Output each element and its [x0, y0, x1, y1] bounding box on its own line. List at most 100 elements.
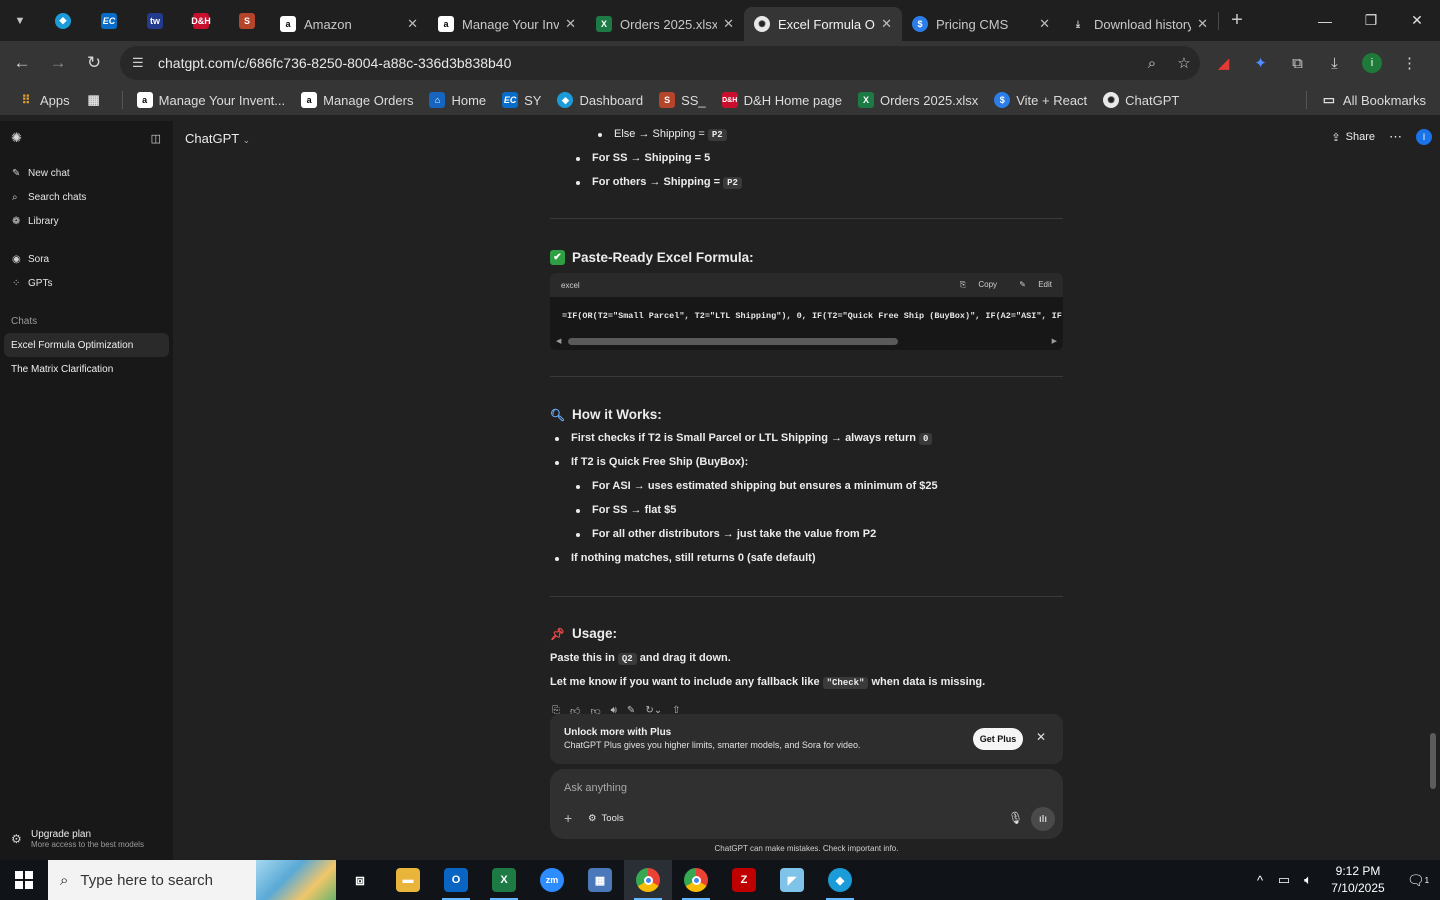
task-view-button[interactable]: ⧈ [336, 860, 384, 900]
pinned-tab-1[interactable]: ◆ [40, 0, 86, 41]
page-scrollbar[interactable] [1430, 733, 1436, 789]
model-selector[interactable]: ChatGPT ⌄ [185, 131, 250, 146]
bookmark-vite-react[interactable]: $ Vite + React [994, 92, 1087, 108]
taskbar-zoom[interactable]: zm [528, 860, 576, 900]
address-bar[interactable]: ☰ chatgpt.com/c/686fc736-8250-8004-a88c-… [120, 46, 1200, 80]
network-icon[interactable]: ▭ [1272, 872, 1296, 888]
forward-button[interactable]: → [40, 45, 76, 81]
edit-button[interactable]: ✎ Edit [1009, 280, 1052, 289]
close-icon[interactable]: ✕ [723, 16, 734, 32]
sidebar-item-sora[interactable]: ◉ Sora [0, 247, 173, 271]
microphone-icon[interactable]: 🎙︎ [1008, 811, 1023, 825]
close-window-icon[interactable]: ✕ [1394, 0, 1440, 41]
sidebar-chat-matrix[interactable]: The Matrix Clarification [0, 357, 169, 381]
all-bookmarks-button[interactable]: ▭ All Bookmarks [1321, 92, 1426, 108]
pinned-tab-2[interactable]: EC [86, 0, 132, 41]
tab-pricing-cms[interactable]: $ Pricing CMS ✕ [902, 7, 1060, 41]
profile-avatar[interactable]: i [1362, 53, 1382, 73]
formula-code[interactable]: =IF(OR(T2="Small Parcel", T2="LTL Shippi… [550, 297, 1063, 321]
scroll-track[interactable] [566, 337, 1047, 345]
tab-orders-xlsx[interactable]: X Orders 2025.xlsx ✕ [586, 7, 744, 41]
toggle-sidebar-icon[interactable]: ◫ [151, 132, 161, 145]
new-tab-button[interactable]: + [1219, 9, 1255, 32]
bookmark-sy[interactable]: EC SY [502, 92, 541, 108]
close-icon[interactable]: ✕ [565, 16, 576, 32]
bookmark-apps[interactable]: ⠿ Apps [18, 92, 70, 108]
bookmark-manage-orders[interactable]: a Manage Orders [301, 92, 413, 108]
volume-muted-icon[interactable]: 🔈︎ [1296, 872, 1320, 888]
restore-icon[interactable]: ❐ [1348, 0, 1394, 41]
chatgpt-logo-icon[interactable]: ✺ [11, 130, 22, 146]
extension-icon[interactable]: ✦ [1242, 54, 1279, 72]
tab-search-button[interactable]: ▼ [0, 0, 40, 41]
scroll-thumb[interactable] [568, 338, 898, 345]
sidebar-item-new-chat[interactable]: ✎ New chat [0, 161, 173, 185]
site-info-icon[interactable]: ☰ [132, 55, 158, 71]
taskbar-chrome-1[interactable] [624, 860, 672, 900]
taskbar-notepad[interactable]: ◤ [768, 860, 816, 900]
close-icon[interactable]: ✕ [1197, 16, 1208, 32]
bookmark-ss[interactable]: S SS_ [659, 92, 706, 108]
voice-mode-button[interactable]: ıIı [1031, 807, 1055, 831]
bookmark-tabs-grid[interactable]: ▦ [86, 92, 108, 108]
extensions-puzzle-icon[interactable]: ⧉ [1279, 55, 1316, 72]
bookmark-manage-inventory[interactable]: a Manage Your Invent... [136, 92, 285, 108]
close-icon[interactable]: ✕ [881, 16, 892, 32]
taskbar-file-explorer[interactable]: ▬ [384, 860, 432, 900]
bookmark-orders-xlsx[interactable]: X Orders 2025.xlsx [857, 92, 978, 108]
taskbar-outlook[interactable]: O [432, 860, 480, 900]
message-composer[interactable]: Ask anything + ⚙ Tools 🎙︎ ıIı [550, 769, 1063, 839]
taskbar-calculator[interactable]: ▦ [576, 860, 624, 900]
close-icon[interactable]: ✕ [1039, 16, 1050, 32]
bookmark-home[interactable]: ⌂ Home [429, 92, 486, 108]
scroll-left-icon[interactable]: ◀ [556, 337, 566, 345]
taskbar-filezilla[interactable]: Z [720, 860, 768, 900]
get-plus-button[interactable]: Get Plus [973, 728, 1023, 750]
sidebar-item-library[interactable]: ❁ Library [0, 209, 173, 233]
url-text[interactable]: chatgpt.com/c/686fc736-8250-8004-a88c-33… [158, 55, 1136, 71]
copy-button[interactable]: ⎘ Copy [950, 280, 997, 289]
bookmark-dashboard[interactable]: ◆ Dashboard [557, 92, 643, 108]
back-button[interactable]: ← [4, 45, 40, 81]
taskbar-chrome-2[interactable] [672, 860, 720, 900]
chevron-up-icon[interactable]: ^ [1248, 873, 1272, 888]
clock[interactable]: 9:12 PM 7/10/2025 [1320, 863, 1396, 897]
composer-input[interactable]: Ask anything [564, 782, 627, 794]
close-icon[interactable]: ✕ [1036, 730, 1046, 744]
chatgpt-icon: ✺ [754, 16, 770, 32]
extension-pdf-icon[interactable]: ◢ [1205, 54, 1242, 72]
taskbar-excel[interactable]: X [480, 860, 528, 900]
bookmark-star-icon[interactable]: ☆ [1168, 54, 1200, 72]
close-icon[interactable]: ✕ [407, 16, 418, 32]
pinned-tab-5[interactable]: S [224, 0, 270, 41]
amazon-icon: a [280, 16, 296, 32]
user-avatar[interactable]: I [1416, 129, 1432, 145]
tab-manage-inventory[interactable]: a Manage Your Inventory ✕ [428, 7, 586, 41]
scroll-right-icon[interactable]: ▶ [1047, 337, 1057, 345]
tab-download-history[interactable]: ⤓ Download history ✕ [1060, 7, 1218, 41]
start-button[interactable] [0, 860, 48, 900]
tab-excel-formula[interactable]: ✺ Excel Formula Optimization ✕ [744, 7, 902, 41]
sidebar-chat-excel-formula[interactable]: Excel Formula Optimization [4, 333, 169, 357]
notification-center[interactable]: 🗨︎ 1 [1396, 872, 1440, 889]
taskbar-search[interactable]: ⌕ Type here to search [48, 860, 336, 900]
downloads-icon[interactable]: ⤓ [1316, 55, 1353, 72]
kebab-menu-icon[interactable]: ⋮ [1391, 54, 1428, 72]
more-options-icon[interactable]: ⋯ [1389, 129, 1402, 145]
tools-button[interactable]: ⚙ Tools [588, 813, 624, 824]
upgrade-plan-button[interactable]: ⚙ Upgrade plan More access to the best m… [0, 824, 173, 854]
bookmark-dh-home[interactable]: D&H D&H Home page [721, 92, 842, 108]
pinned-tab-3[interactable]: tw [132, 0, 178, 41]
sidebar-item-gpts[interactable]: ⁘ GPTs [0, 271, 173, 295]
bookmark-chatgpt[interactable]: ✺ ChatGPT [1103, 92, 1179, 108]
reload-button[interactable]: ↻ [76, 45, 112, 81]
zoom-icon[interactable]: ⌕ [1136, 55, 1168, 72]
sidebar-item-search-chats[interactable]: ⌕ Search chats [0, 185, 173, 209]
taskbar-app[interactable]: ◆ [816, 860, 864, 900]
pinned-tab-4[interactable]: D&H [178, 0, 224, 41]
code-scrollbar[interactable]: ◀ ▶ [556, 337, 1057, 345]
minimize-icon[interactable]: — [1302, 0, 1348, 41]
share-button[interactable]: ⇪ Share [1331, 131, 1375, 144]
tab-amazon[interactable]: a Amazon ✕ [270, 7, 428, 41]
plus-icon[interactable]: + [564, 810, 572, 826]
